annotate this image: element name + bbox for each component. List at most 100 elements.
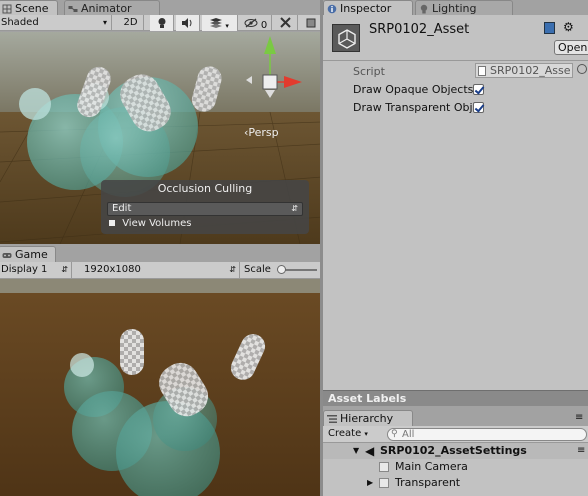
open-button[interactable]: Open [554, 40, 588, 55]
draw-transparent-label: Draw Transparent Objects [353, 101, 473, 114]
gameobject-cube-icon [379, 462, 389, 472]
game-tabbar: Game [0, 246, 322, 262]
dropdown-arrows-icon: ⇵ [229, 265, 236, 274]
search-icon: ⚲ [391, 429, 398, 439]
draw-opaque-checkbox[interactable] [473, 84, 484, 95]
scale-slider-thumb[interactable] [277, 265, 286, 274]
scene-effects-dropdown[interactable]: ▾ [202, 15, 238, 31]
expand-arrow-icon[interactable]: ▼ [353, 443, 359, 459]
info-icon [327, 3, 337, 14]
tab-hierarchy[interactable]: Hierarchy [323, 410, 413, 426]
view-volumes-toggle[interactable]: View Volumes [109, 217, 192, 231]
effects-icon [210, 18, 225, 31]
mode-2d-toggle[interactable]: 2D [118, 15, 144, 31]
tab-inspector-label: Inspector [340, 2, 392, 15]
tab-lighting-label: Lighting [432, 2, 477, 15]
tab-game[interactable]: Game [0, 246, 56, 262]
draw-opaque-row: Draw Opaque Objects [323, 82, 588, 100]
scene-options-icon[interactable]: ≡ [577, 443, 585, 459]
tab-lighting[interactable]: Lighting [415, 0, 513, 15]
hierarchy-item-label: Transparent [395, 476, 461, 489]
tab-scene-label: Scene [15, 2, 49, 15]
hierarchy-search-input[interactable]: ⚲ All [387, 428, 587, 441]
scene-audio-toggle[interactable] [176, 15, 200, 31]
create-button[interactable]: Create ▾ [328, 427, 368, 441]
tab-animator-label: Animator [81, 2, 132, 15]
tab-animator[interactable]: Animator [64, 0, 160, 15]
lightbulb-icon [419, 3, 429, 14]
view-volumes-label: View Volumes [122, 218, 192, 229]
game-view-render [0, 279, 320, 496]
script-value: SRP0102_Asse [490, 64, 571, 77]
asset-labels-bar[interactable]: Asset Labels [323, 390, 588, 406]
game-viewport [0, 279, 320, 496]
dropdown-arrows-icon: ⇵ [291, 204, 298, 213]
resolution-value: 1920x1080 [84, 264, 141, 275]
script-picker-icon[interactable] [577, 64, 587, 74]
scene-viewport[interactable]: ‹Persp Occlusion Culling Edit ⇵ View Vol… [0, 32, 322, 244]
game-controller-icon [2, 249, 12, 259]
hierarchy-item-label: Main Camera [395, 460, 468, 473]
hidden-objects-toggle[interactable]: 0 [240, 15, 272, 31]
mode-2d-label: 2D [123, 17, 138, 28]
persp-label[interactable]: ‹Persp [244, 126, 279, 139]
view-volumes-checkbox[interactable] [109, 220, 115, 226]
script-label: Script [353, 65, 385, 78]
hierarchy-menu-icon[interactable]: ≡ [575, 412, 583, 423]
gameobject-cube-icon [379, 478, 389, 488]
scale-label: Scale [244, 264, 271, 275]
scene-toolbar: Shaded ▾ 2D ▾ 0 [0, 15, 322, 31]
display-value: Display 1 [1, 264, 48, 275]
scene-tools-button[interactable] [274, 15, 298, 31]
occlusion-mode-dropdown[interactable]: Edit ⇵ [107, 202, 303, 216]
scriptable-object-icon [332, 24, 360, 52]
lightbulb-icon [157, 18, 167, 32]
help-book-icon[interactable] [544, 22, 555, 34]
occlusion-culling-title: Occlusion Culling [157, 182, 253, 195]
eye-slash-icon [244, 18, 261, 31]
inspector-header: SRP0102_Asset ⚙ Open [323, 15, 588, 61]
hierarchy-scene-row[interactable]: ▼ ◀ SRP0102_AssetSettings ≡ [323, 443, 588, 459]
hierarchy-tree: ▼ ◀ SRP0102_AssetSettings ≡ Main Camera … [323, 443, 588, 496]
hierarchy-tabbar: Hierarchy ≡ [323, 410, 588, 426]
gizmo-icon [306, 18, 316, 31]
script-file-icon [478, 66, 486, 76]
inspector-panel: SRP0102_Asset ⚙ Open Script SRP0102_Asse… [323, 15, 588, 390]
settings-gear-icon[interactable]: ⚙ [563, 21, 574, 33]
draw-transparent-row: Draw Transparent Objects [323, 100, 588, 118]
display-dropdown[interactable]: Display 1 ⇵ [0, 262, 72, 278]
animator-icon [68, 3, 78, 13]
occlusion-mode-value: Edit [112, 203, 132, 214]
chevron-down-icon: ▾ [225, 22, 229, 30]
inspector-tabbar: Inspector Lighting [323, 0, 588, 15]
gizmos-menu-button[interactable] [300, 15, 322, 31]
unity-scene-icon: ◀ [365, 444, 375, 458]
occlusion-culling-panel: Occlusion Culling Edit ⇵ View Volumes [101, 180, 309, 234]
tab-game-label: Game [15, 248, 48, 261]
scene-name: SRP0102_AssetSettings [380, 444, 527, 457]
script-field: SRP0102_Asse [475, 63, 573, 78]
dropdown-arrows-icon: ⇵ [61, 265, 68, 274]
shading-mode-dropdown[interactable]: Shaded ▾ [0, 15, 112, 31]
shading-mode-value: Shaded [1, 17, 39, 28]
hierarchy-list-icon [327, 413, 337, 423]
game-toolbar: Display 1 ⇵ 1920x1080 ⇵ Scale [0, 262, 322, 279]
tools-icon [280, 17, 291, 31]
scene-tabbar: Scene Animator [0, 0, 322, 15]
asset-name: SRP0102_Asset [369, 22, 470, 37]
chevron-down-icon: ▾ [102, 18, 107, 27]
scene-lighting-toggle[interactable] [150, 15, 174, 31]
resolution-dropdown[interactable]: 1920x1080 ⇵ [80, 262, 240, 278]
draw-transparent-checkbox[interactable] [473, 102, 484, 113]
hierarchy-item[interactable]: ▶ Transparent [323, 475, 588, 491]
draw-opaque-label: Draw Opaque Objects [353, 83, 473, 96]
tab-inspector[interactable]: Inspector [323, 0, 413, 15]
asset-labels-header: Asset Labels [328, 392, 407, 405]
create-button-label: Create [328, 428, 362, 439]
hierarchy-item[interactable]: Main Camera [323, 459, 588, 475]
gizmo-count: 0 [260, 20, 268, 31]
tab-scene[interactable]: Scene [0, 0, 58, 15]
chevron-down-icon: ▾ [364, 430, 368, 438]
collapse-arrow-icon[interactable]: ▶ [367, 475, 373, 491]
scale-control: Scale [243, 262, 322, 278]
